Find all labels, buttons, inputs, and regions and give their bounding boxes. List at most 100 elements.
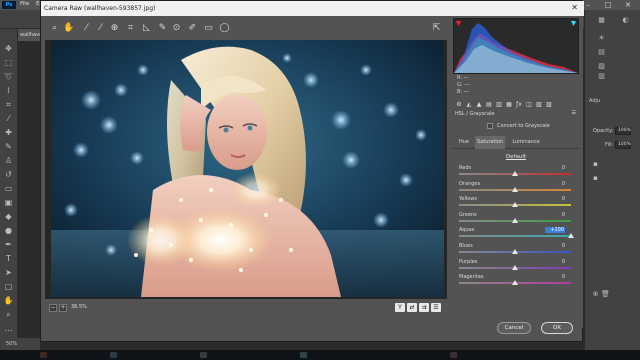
slider-thumb[interactable] bbox=[568, 233, 574, 239]
close-icon[interactable]: ✕ bbox=[571, 3, 578, 12]
spot-removal-icon[interactable]: ✎ bbox=[157, 23, 168, 34]
taskbar-app-icon[interactable] bbox=[200, 352, 207, 358]
delete-layer-icon[interactable]: 🗑 bbox=[601, 290, 610, 299]
type-tool-icon[interactable]: T bbox=[3, 253, 14, 264]
color-sampler-icon[interactable]: ⁄ bbox=[95, 23, 106, 34]
hand-tool-icon[interactable]: ✋ bbox=[3, 295, 14, 306]
default-link[interactable]: Default bbox=[449, 154, 583, 160]
slider-value[interactable]: 0 bbox=[545, 274, 565, 280]
brush-tool-icon[interactable]: ✎ bbox=[3, 141, 14, 152]
slider-thumb[interactable] bbox=[512, 264, 518, 270]
swatches-icon[interactable]: ▦ bbox=[597, 16, 606, 25]
open-preferences-icon[interactable]: ⇱ bbox=[431, 23, 442, 34]
slider-blues[interactable]: Blues 0 bbox=[457, 243, 579, 258]
cancel-button[interactable]: Cancel bbox=[497, 322, 531, 334]
eraser-tool-icon[interactable]: ▭ bbox=[3, 183, 14, 194]
slider-track[interactable] bbox=[459, 235, 571, 238]
white-balance-tool-icon[interactable]: ⁄ bbox=[81, 23, 92, 34]
adjust-icon[interactable]: ▤ bbox=[597, 48, 606, 57]
swap-settings-icon[interactable]: ⇄ bbox=[407, 303, 417, 312]
tab-hue[interactable]: Hue bbox=[453, 136, 475, 149]
slider-value[interactable]: 0 bbox=[545, 165, 565, 171]
layers-icon[interactable]: ▧ bbox=[597, 62, 606, 71]
taskbar-app-icon[interactable] bbox=[450, 352, 457, 358]
slider-value[interactable]: 0 bbox=[545, 212, 565, 218]
detail-tab-icon[interactable]: ▲ bbox=[475, 101, 483, 108]
more-tools-icon[interactable]: … bbox=[3, 323, 14, 334]
presets-tab-icon[interactable]: ▧ bbox=[535, 101, 543, 108]
fill-field[interactable]: 100% bbox=[615, 141, 631, 149]
menu-file[interactable]: File bbox=[20, 1, 29, 7]
tab-luminance[interactable]: Luminance bbox=[509, 136, 543, 149]
lens-tab-icon[interactable]: ▦ bbox=[505, 101, 513, 108]
slider-thumb[interactable] bbox=[512, 217, 518, 223]
dodge-tool-icon[interactable]: ● bbox=[3, 225, 14, 236]
adjustment-brush-icon[interactable]: ✐ bbox=[187, 23, 198, 34]
zoom-tool-icon[interactable]: ⌕ bbox=[3, 309, 14, 320]
convert-grayscale-checkbox[interactable] bbox=[487, 123, 493, 129]
ok-button[interactable]: OK bbox=[541, 322, 573, 334]
slider-thumb[interactable] bbox=[512, 249, 518, 254]
slider-value[interactable]: 0 bbox=[545, 181, 565, 187]
slider-value[interactable]: 0 bbox=[545, 243, 565, 249]
learn-icon[interactable]: ☀ bbox=[597, 34, 606, 43]
slider-aquas[interactable]: Aquas +100 bbox=[457, 227, 579, 242]
slider-thumb[interactable] bbox=[512, 171, 518, 176]
hsl-tab-icon[interactable]: ▤ bbox=[485, 101, 493, 108]
graduated-filter-icon[interactable]: ▭ bbox=[203, 23, 214, 34]
radial-filter-icon[interactable]: ◯ bbox=[219, 23, 230, 34]
maximize-icon[interactable]: □ bbox=[598, 0, 618, 10]
lasso-tool-icon[interactable]: ➰ bbox=[3, 71, 14, 82]
layer-thumb-icon[interactable]: ▪ bbox=[591, 160, 600, 169]
hand-tool-icon[interactable]: ✋ bbox=[63, 23, 74, 34]
calibration-tab-icon[interactable]: ◫ bbox=[525, 101, 533, 108]
slider-reds[interactable]: Reds 0 bbox=[457, 165, 579, 180]
eyedropper-tool-icon[interactable]: ⁄ bbox=[3, 113, 14, 124]
slider-magentas[interactable]: Magentas 0 bbox=[457, 274, 579, 289]
split-toning-tab-icon[interactable]: ▥ bbox=[495, 101, 503, 108]
preview-settings-icon[interactable]: ☰ bbox=[431, 303, 441, 312]
basic-tab-icon[interactable]: ⚙ bbox=[455, 101, 463, 108]
stamp-tool-icon[interactable]: ♙ bbox=[3, 155, 14, 166]
tone-curve-tab-icon[interactable]: ◭ bbox=[465, 101, 473, 108]
taskbar-app-icon[interactable] bbox=[40, 352, 47, 358]
marquee-tool-icon[interactable]: ⬚ bbox=[3, 57, 14, 68]
slider-purples[interactable]: Purples 0 bbox=[457, 259, 579, 274]
slider-value[interactable]: 0 bbox=[545, 259, 565, 265]
healing-tool-icon[interactable]: ✚ bbox=[3, 127, 14, 138]
layer-thumb-icon[interactable]: ▪ bbox=[591, 174, 600, 183]
slider-thumb[interactable] bbox=[512, 202, 518, 208]
slider-thumb[interactable] bbox=[512, 186, 518, 192]
effects-tab-icon[interactable]: ƒx bbox=[515, 101, 523, 108]
taskbar-app-icon[interactable] bbox=[110, 352, 117, 358]
color-icon[interactable]: ◐ bbox=[621, 16, 630, 25]
grid-icon[interactable]: ▥ bbox=[597, 72, 606, 81]
close-window-icon[interactable]: ✕ bbox=[618, 0, 638, 10]
slider-yellows[interactable]: Yellows 0 bbox=[457, 196, 579, 211]
slider-value[interactable]: +100 bbox=[545, 227, 565, 234]
quick-select-tool-icon[interactable]: ⌇ bbox=[3, 85, 14, 96]
slider-value[interactable]: 0 bbox=[545, 196, 565, 202]
slider-oranges[interactable]: Oranges 0 bbox=[457, 181, 579, 196]
tab-saturation[interactable]: Saturation bbox=[475, 136, 505, 149]
straighten-tool-icon[interactable]: ◺ bbox=[141, 23, 152, 34]
crop-tool-icon[interactable]: ⌗ bbox=[3, 99, 14, 110]
pen-tool-icon[interactable]: ✒ bbox=[3, 239, 14, 250]
new-layer-icon[interactable]: ⊕ bbox=[591, 290, 600, 299]
before-after-toggle-icon[interactable]: Y bbox=[395, 303, 405, 312]
zoom-out-button[interactable]: − bbox=[49, 304, 57, 312]
panel-menu-icon[interactable]: ☰ bbox=[572, 110, 576, 116]
slider-thumb[interactable] bbox=[512, 280, 518, 286]
taskbar-app-icon[interactable] bbox=[300, 352, 307, 358]
gradient-tool-icon[interactable]: ▣ bbox=[3, 197, 14, 208]
blur-tool-icon[interactable]: ◆ bbox=[3, 211, 14, 222]
zoom-in-button[interactable]: + bbox=[59, 304, 67, 312]
copy-settings-icon[interactable]: ⇉ bbox=[419, 303, 429, 312]
zoom-tool-icon[interactable]: ⌕ bbox=[49, 23, 60, 34]
path-select-icon[interactable]: ➤ bbox=[3, 267, 14, 278]
move-tool-icon[interactable]: ✥ bbox=[3, 43, 14, 54]
opacity-field[interactable]: 100% bbox=[615, 127, 631, 135]
shape-tool-icon[interactable]: ▢ bbox=[3, 281, 14, 292]
target-adjust-icon[interactable]: ⊕ bbox=[109, 23, 120, 34]
slider-greens[interactable]: Greens 0 bbox=[457, 212, 579, 227]
